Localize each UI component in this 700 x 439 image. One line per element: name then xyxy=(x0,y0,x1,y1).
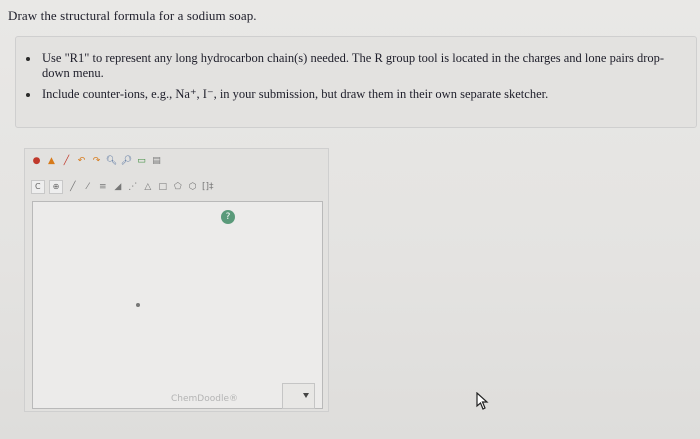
zoom-out-icon[interactable]: 🔎︎ xyxy=(121,156,132,167)
sketcher-toolbar-top: ● ▲ ╱ ↶ ↷ 🔍︎ 🔎︎ ▭ ▤ xyxy=(25,151,162,171)
instruction-item: Use "R1" to represent any long hydrocarb… xyxy=(26,51,686,81)
zoom-in-icon[interactable]: 🔍︎ xyxy=(106,156,117,167)
pencil-icon[interactable]: ╱ xyxy=(61,156,72,167)
lasso-icon[interactable]: ▲ xyxy=(46,156,57,167)
undo-icon[interactable]: ↶ xyxy=(76,156,87,167)
instructions-list: Use "R1" to represent any long hydrocarb… xyxy=(16,37,696,102)
single-bond-icon[interactable]: ╱ xyxy=(67,182,78,193)
triple-bond-icon[interactable]: ≡ xyxy=(97,182,108,193)
redo-icon[interactable]: ↷ xyxy=(91,156,102,167)
answer-dropdown[interactable] xyxy=(282,383,315,409)
chemdoodle-watermark: ChemDoodle® xyxy=(171,394,238,404)
template-text[interactable]: []‡ xyxy=(202,182,214,193)
ring-6-icon[interactable]: ⬡ xyxy=(187,182,198,193)
ring-5-icon[interactable]: ⬠ xyxy=(172,182,183,193)
clear-icon[interactable]: ▭ xyxy=(136,156,147,167)
mouse-cursor-icon xyxy=(476,391,490,415)
ring-4-icon[interactable]: □ xyxy=(157,182,168,193)
element-select[interactable]: C xyxy=(31,180,45,194)
paste-icon[interactable]: ▤ xyxy=(151,156,162,167)
instructions-box: Use "R1" to represent any long hydrocarb… xyxy=(15,36,697,128)
hash-bond-icon[interactable]: ⋰ xyxy=(127,182,138,193)
canvas-dot xyxy=(136,303,140,307)
ring-3-icon[interactable]: △ xyxy=(142,182,153,193)
chemdoodle-sketcher: ● ▲ ╱ ↶ ↷ 🔍︎ 🔎︎ ▭ ▤ C ⊕ ╱ ⁄ ≡ ◢ ⋰ △ □ ⬠ … xyxy=(24,148,329,412)
double-bond-icon[interactable]: ⁄ xyxy=(82,182,93,193)
sketcher-toolbar-bottom: C ⊕ ╱ ⁄ ≡ ◢ ⋰ △ □ ⬠ ⬡ []‡ xyxy=(25,177,214,197)
drawing-canvas[interactable]: ? ChemDoodle® xyxy=(32,201,323,409)
help-icon[interactable]: ? xyxy=(221,210,235,224)
question-text: Draw the structural formula for a sodium… xyxy=(8,8,257,23)
chevron-down-icon xyxy=(303,393,309,398)
eraser-icon[interactable]: ● xyxy=(31,156,42,167)
wedge-bond-icon[interactable]: ◢ xyxy=(112,182,123,193)
instruction-item: Include counter-ions, e.g., Na⁺, I⁻, in … xyxy=(26,87,686,102)
charge-select[interactable]: ⊕ xyxy=(48,180,64,194)
